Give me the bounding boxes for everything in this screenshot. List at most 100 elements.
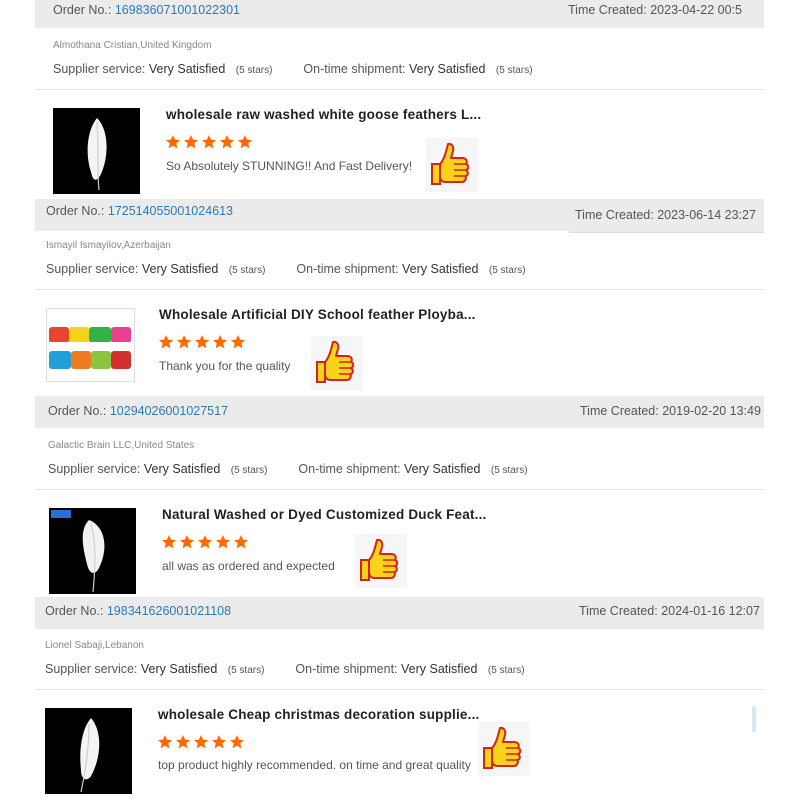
time-created-tab: Time Created: 2023-06-14 23:27 <box>569 199 764 232</box>
service-ratings: Supplier service: Very Satisfied (5 star… <box>46 262 526 276</box>
shipment-label: On-time shipment: <box>298 462 401 476</box>
star-icon <box>194 335 210 349</box>
star-icon <box>237 135 253 149</box>
order-number: Order No.: 169836071001022301 <box>53 3 240 17</box>
order-number: Order No.: 172514055001024613 <box>46 204 233 218</box>
buyer-name: Galactic Brain LLC,United States <box>48 440 195 451</box>
order-number: Order No.: 198341626001021108 <box>45 604 231 618</box>
white-feather-on-black-image <box>53 108 140 194</box>
star-icon <box>212 335 228 349</box>
star-icon <box>230 335 246 349</box>
order-no-label: Order No.: <box>48 404 107 418</box>
shipment-value: Very Satisfied <box>404 462 481 476</box>
service-ratings: Supplier service: Very Satisfied (5 star… <box>48 462 528 476</box>
product-image[interactable] <box>46 308 135 382</box>
order-bar: Order No.: 10294026001027517 Time Create… <box>35 396 764 428</box>
product-title[interactable]: wholesale raw washed white goose feather… <box>166 107 481 122</box>
service-ratings: Supplier service: Very Satisfied (5 star… <box>53 62 533 76</box>
review-comment: So Absolutely STUNNING!! And Fast Delive… <box>166 159 413 173</box>
reviews-list: Order No.: 169836071001022301 Time Creat… <box>0 0 800 800</box>
order-number: Order No.: 10294026001027517 <box>48 404 228 418</box>
product-image[interactable] <box>49 508 136 594</box>
divider <box>35 289 764 290</box>
time-created: Time Created: 2019-02-20 13:49 <box>580 404 761 418</box>
white-feather-on-black-image <box>45 708 132 794</box>
supplier-service-value: Very Satisfied <box>140 662 218 676</box>
star-icon <box>176 335 192 349</box>
star-icon <box>215 535 231 549</box>
divider <box>35 689 764 690</box>
shipment-stars: (5 stars) <box>490 465 528 476</box>
shipment-value: Very Satisfied <box>401 662 478 676</box>
time-created-value: 2023-04-22 00:5 <box>650 3 742 17</box>
star-icon <box>158 335 174 349</box>
time-created-label: Time Created: <box>580 404 659 418</box>
shipment-label: On-time shipment: <box>295 662 398 676</box>
white-feather-on-black-image <box>49 508 136 594</box>
star-icon <box>197 535 213 549</box>
order-number-link[interactable]: 169836071001022301 <box>115 3 240 17</box>
time-created-label: Time Created: <box>575 208 654 222</box>
product-image[interactable] <box>53 108 140 194</box>
buyer-name: Lionel Sabaji,Lebanon <box>45 640 144 651</box>
product-image[interactable] <box>45 708 132 794</box>
shipment-label: On-time shipment: <box>303 62 406 76</box>
star-icon <box>161 535 177 549</box>
supplier-service-label: Supplier service: <box>53 62 146 76</box>
colorful-feathers-image <box>47 309 134 381</box>
thumbs-up-icon <box>478 722 530 776</box>
star-icon <box>211 735 227 749</box>
shipment-stars: (5 stars) <box>488 265 526 276</box>
star-icon <box>157 735 173 749</box>
time-created: Time Created: 2023-04-22 00:5 <box>568 3 764 17</box>
review-comment: Thank you for the quality <box>159 359 291 373</box>
rating-stars <box>157 734 247 750</box>
star-icon <box>175 735 191 749</box>
rating-stars <box>161 534 251 550</box>
service-ratings: Supplier service: Very Satisfied (5 star… <box>45 662 525 676</box>
time-created-value: 2019-02-20 13:49 <box>662 404 761 418</box>
supplier-service-value: Very Satisfied <box>143 462 221 476</box>
shipment-value: Very Satisfied <box>409 62 486 76</box>
supplier-service-label: Supplier service: <box>46 262 139 276</box>
time-created: Time Created: 2023-06-14 23:27 <box>575 208 756 222</box>
star-icon <box>183 135 199 149</box>
order-no-label: Order No.: <box>53 3 112 17</box>
supplier-stars: (5 stars) <box>235 65 273 76</box>
divider <box>35 89 764 90</box>
review-comment: top product highly recommended. on time … <box>158 758 471 772</box>
order-bar: Order No.: 198341626001021108 Time Creat… <box>35 597 764 629</box>
supplier-stars: (5 stars) <box>230 465 268 476</box>
star-icon <box>219 135 235 149</box>
rating-stars <box>165 134 255 150</box>
scroll-indicator[interactable] <box>752 706 756 732</box>
time-created-value: 2024-01-16 12:07 <box>661 604 760 618</box>
supplier-service-label: Supplier service: <box>48 462 141 476</box>
supplier-stars: (5 stars) <box>228 265 266 276</box>
product-title[interactable]: Natural Washed or Dyed Customized Duck F… <box>162 507 487 522</box>
buyer-name: Almothana Cristian,United Kingdom <box>53 40 212 51</box>
shipment-stars: (5 stars) <box>487 665 525 676</box>
thumbs-up-icon <box>311 336 363 390</box>
time-created-value: 2023-06-14 23:27 <box>657 208 756 222</box>
time-created-label: Time Created: <box>579 604 658 618</box>
shipment-stars: (5 stars) <box>495 65 533 76</box>
order-no-label: Order No.: <box>45 604 104 618</box>
supplier-service-value: Very Satisfied <box>141 262 219 276</box>
supplier-service-label: Supplier service: <box>45 662 138 676</box>
thumbs-up-icon <box>355 534 407 588</box>
star-icon <box>165 135 181 149</box>
product-title[interactable]: wholesale Cheap christmas decoration sup… <box>158 707 480 722</box>
shipment-value: Very Satisfied <box>402 262 479 276</box>
thumbs-up-icon <box>426 138 478 192</box>
order-number-link[interactable]: 10294026001027517 <box>110 404 228 418</box>
order-number-link[interactable]: 198341626001021108 <box>107 604 231 618</box>
star-icon <box>229 735 245 749</box>
time-created: Time Created: 2024-01-16 12:07 <box>579 604 760 618</box>
order-number-link[interactable]: 172514055001024613 <box>108 204 233 218</box>
star-icon <box>233 535 249 549</box>
product-title[interactable]: Wholesale Artificial DIY School feather … <box>159 307 476 322</box>
star-icon <box>179 535 195 549</box>
star-icon <box>193 735 209 749</box>
shipment-label: On-time shipment: <box>296 262 399 276</box>
